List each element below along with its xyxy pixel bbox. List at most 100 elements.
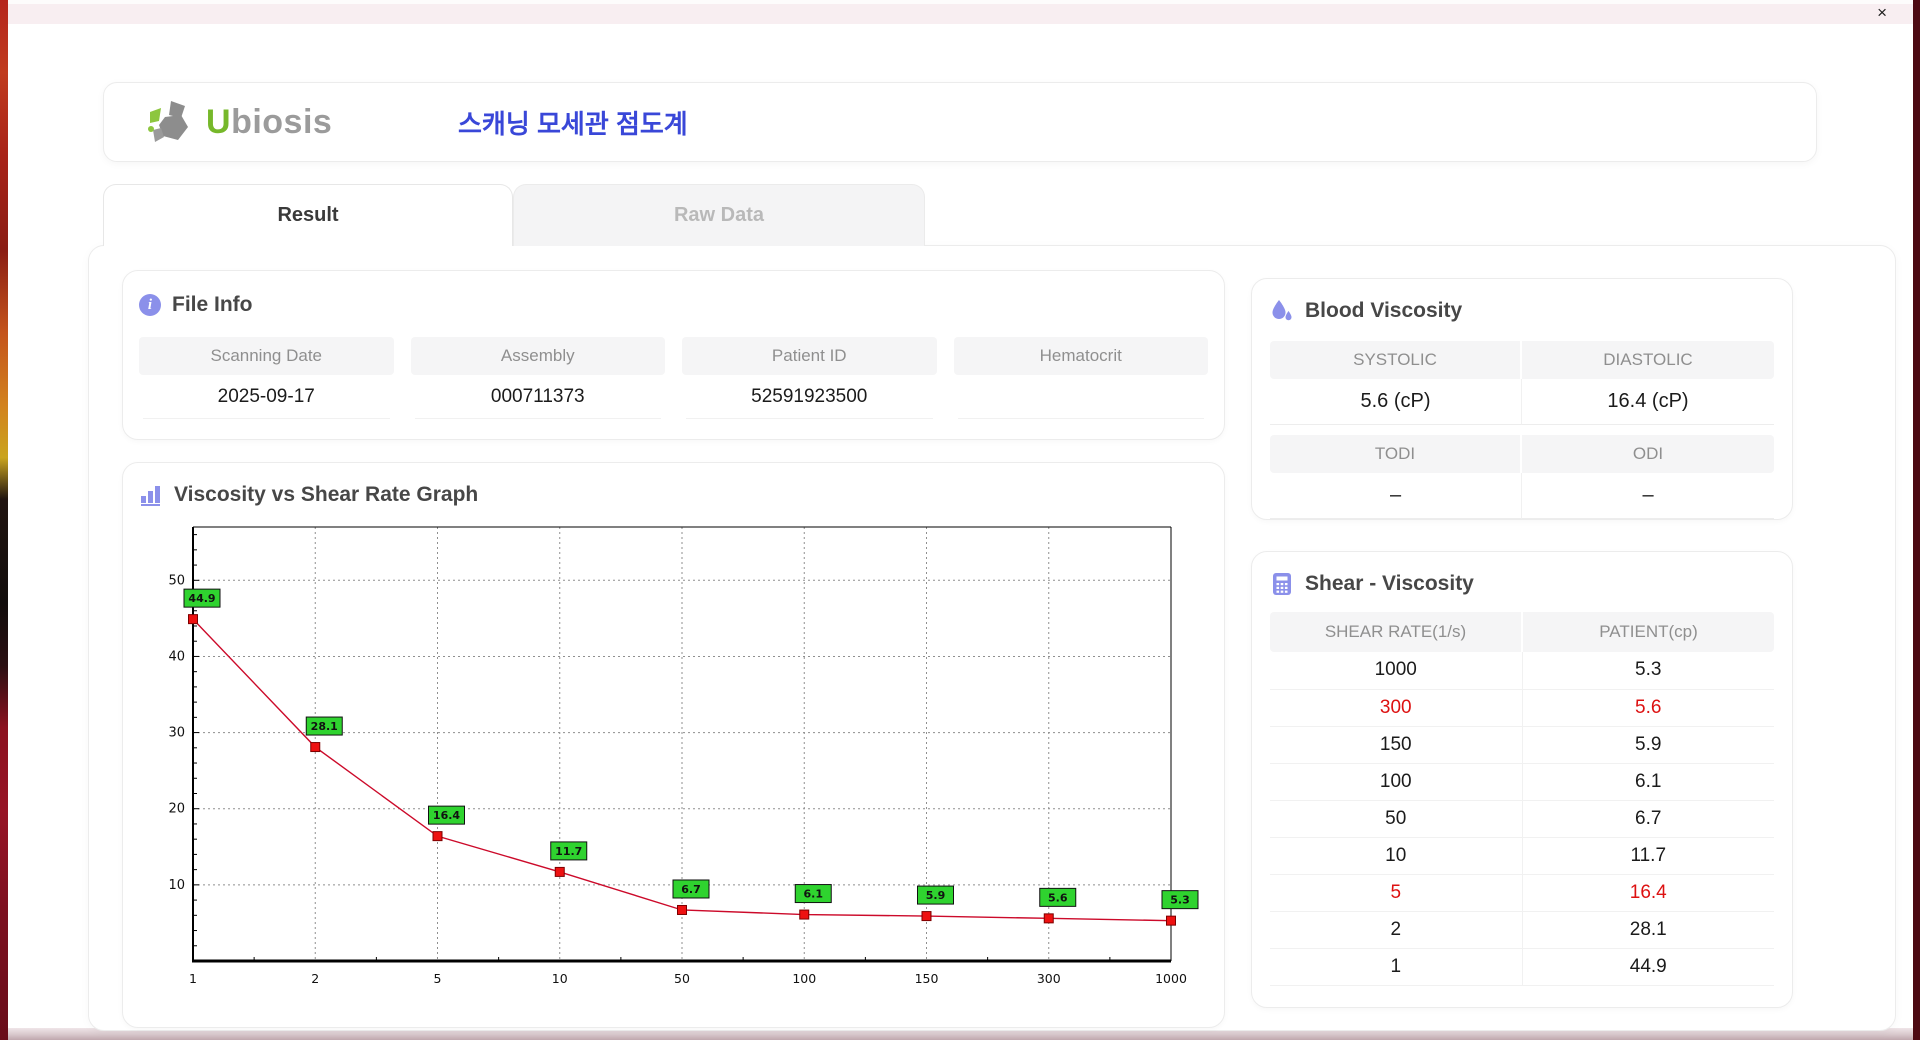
patient-cp-cell: 11.7 — [1522, 837, 1774, 875]
field-label-patient-id: Patient ID — [682, 337, 937, 375]
blood-viscosity-title: Blood Viscosity — [1305, 299, 1463, 322]
page-title: 스캐닝 모세관 점도계 — [458, 108, 688, 139]
screen: × Ubiosis 스캐닝 모세관 점도계 Result Raw Data i — [0, 0, 1920, 1040]
field-value-scanning-date: 2025-09-17 — [143, 375, 390, 419]
shear-table-row: 300 5.6 — [1270, 689, 1774, 727]
blood-viscosity-card: Blood Viscosity SYSTOLIC DIASTOLIC 5.6 (… — [1251, 278, 1793, 520]
svg-text:1000: 1000 — [1155, 971, 1187, 986]
svg-text:10: 10 — [552, 971, 568, 986]
shear-rate-cell: 100 — [1270, 763, 1523, 801]
svg-text:5: 5 — [434, 971, 442, 986]
svg-text:50: 50 — [168, 573, 185, 588]
bar-chart-icon — [141, 486, 160, 506]
todi-label: TODI — [1270, 435, 1522, 473]
brand-letter-u: U — [206, 102, 232, 141]
brand-name: Ubiosis — [206, 103, 332, 142]
chart-area: 10 20 30 40 50 1 2 5 10 50 100 150 300 1000 44.9 28.1 16… — [155, 515, 1208, 1002]
shear-viscosity-header: Shear - Viscosity — [1270, 572, 1774, 596]
ubiosis-logo-icon — [148, 101, 188, 142]
shear-viscosity-card: Shear - Viscosity SHEAR RATE(1/s) PATIEN… — [1251, 551, 1793, 1008]
shear-table-row: 1 44.9 — [1270, 948, 1774, 986]
shear-rate-cell: 1000 — [1270, 652, 1523, 690]
shear-table-row: 150 5.9 — [1270, 726, 1774, 764]
patient-cp-cell: 5.6 — [1522, 689, 1774, 727]
svg-text:300: 300 — [1037, 971, 1061, 986]
svg-text:6.7: 6.7 — [681, 883, 701, 896]
field-value-hematocrit — [957, 375, 1204, 419]
svg-text:10: 10 — [168, 878, 185, 893]
patient-cp-cell: 6.1 — [1522, 763, 1774, 801]
svg-text:30: 30 — [168, 726, 185, 741]
droplets-icon — [1272, 300, 1292, 321]
shear-table-header-row: SHEAR RATE(1/s) PATIENT(cp) — [1270, 612, 1774, 652]
svg-text:100: 100 — [792, 971, 816, 986]
patient-cp-cell: 44.9 — [1522, 948, 1774, 986]
diastolic-label: DIASTOLIC — [1522, 341, 1774, 379]
window-titlebar: × — [8, 0, 1913, 24]
shear-rate-cell: 5 — [1270, 874, 1523, 912]
blood-viscosity-header: Blood Viscosity — [1270, 299, 1774, 323]
field-label-hematocrit: Hematocrit — [953, 337, 1208, 375]
todi-value: – — [1270, 473, 1522, 519]
blood-viscosity-table: SYSTOLIC DIASTOLIC 5.6 (cP) 16.4 (cP) TO… — [1270, 341, 1774, 519]
shear-viscosity-table: SHEAR RATE(1/s) PATIENT(cp) 1000 5.3 300 5.… — [1270, 612, 1774, 986]
field-label-assembly: Assembly — [410, 337, 665, 375]
shear-table-row: 2 28.1 — [1270, 911, 1774, 949]
svg-text:44.9: 44.9 — [188, 592, 215, 605]
shear-table-row: 10 11.7 — [1270, 837, 1774, 875]
shear-table-row: 50 6.7 — [1270, 800, 1774, 838]
svg-text:5.6: 5.6 — [1048, 891, 1068, 904]
shear-rate-cell: 2 — [1270, 911, 1523, 949]
shear-viscosity-title: Shear - Viscosity — [1305, 572, 1474, 595]
diastolic-value: 16.4 (cP) — [1522, 379, 1774, 425]
svg-text:1: 1 — [189, 971, 197, 986]
odi-label: ODI — [1522, 435, 1774, 473]
svg-text:40: 40 — [168, 649, 185, 664]
svg-text:20: 20 — [168, 802, 185, 817]
svg-text:6.1: 6.1 — [804, 888, 824, 901]
patient-cp-cell: 5.3 — [1522, 652, 1774, 690]
field-value-patient-id: 52591923500 — [686, 375, 933, 419]
svg-text:2: 2 — [311, 971, 319, 986]
field-label-scanning-date: Scanning Date — [139, 337, 394, 375]
field-value-assembly: 000711373 — [414, 375, 661, 419]
calculator-icon — [1273, 573, 1291, 595]
shear-table-row: 100 6.1 — [1270, 763, 1774, 801]
viscosity-chart: 10 20 30 40 50 1 2 5 10 50 100 150 300 1000 44.9 28.1 16… — [168, 526, 1199, 986]
info-icon: i — [139, 294, 161, 316]
graph-title: Viscosity vs Shear Rate Graph — [174, 483, 479, 506]
patient-column-header: PATIENT(cp) — [1522, 612, 1774, 652]
desktop-edge-right — [1913, 0, 1920, 1040]
file-info-header: i File Info — [139, 293, 1208, 317]
desktop-edge-left — [0, 0, 8, 1040]
file-info-card: i File Info Scanning Date Assembly Patie… — [122, 270, 1225, 440]
shear-rate-column-header: SHEAR RATE(1/s) — [1270, 612, 1523, 652]
shear-table-body: 1000 5.3 300 5.6 150 5.9 100 6.1 50 6.7 10 11.7 5 16.… — [1270, 652, 1774, 986]
svg-text:11.7: 11.7 — [555, 845, 582, 858]
file-info-title: File Info — [172, 293, 253, 316]
patient-cp-cell: 16.4 — [1522, 874, 1774, 912]
svg-text:16.4: 16.4 — [433, 809, 460, 822]
patient-cp-cell: 28.1 — [1522, 911, 1774, 949]
svg-text:5.3: 5.3 — [1170, 894, 1190, 907]
shear-table-row: 5 16.4 — [1270, 874, 1774, 912]
svg-text:28.1: 28.1 — [311, 720, 338, 733]
header-card: Ubiosis 스캐닝 모세관 점도계 — [103, 82, 1817, 162]
patient-cp-cell: 5.9 — [1522, 726, 1774, 764]
shear-rate-cell: 150 — [1270, 726, 1523, 764]
close-icon[interactable]: × — [1877, 4, 1887, 21]
svg-text:5.9: 5.9 — [926, 889, 946, 902]
graph-header: Viscosity vs Shear Rate Graph — [139, 483, 1208, 507]
shear-table-row: 1000 5.3 — [1270, 652, 1774, 690]
tab-result[interactable]: Result — [103, 184, 513, 246]
tab-raw-data[interactable]: Raw Data — [513, 184, 925, 246]
svg-text:150: 150 — [915, 971, 939, 986]
viscosity-graph-card: Viscosity vs Shear Rate Graph 10 20 30 40 50… — [122, 462, 1225, 1028]
patient-cp-cell: 6.7 — [1522, 800, 1774, 838]
svg-text:50: 50 — [674, 971, 690, 986]
shear-rate-cell: 1 — [1270, 948, 1523, 986]
row-gap — [1270, 425, 1774, 435]
app-window: Ubiosis 스캐닝 모세관 점도계 Result Raw Data i Fi… — [8, 24, 1913, 1031]
ubiosis-logo: Ubiosis — [146, 99, 358, 145]
file-info-grid: Scanning Date Assembly Patient ID Hemato… — [139, 337, 1208, 419]
